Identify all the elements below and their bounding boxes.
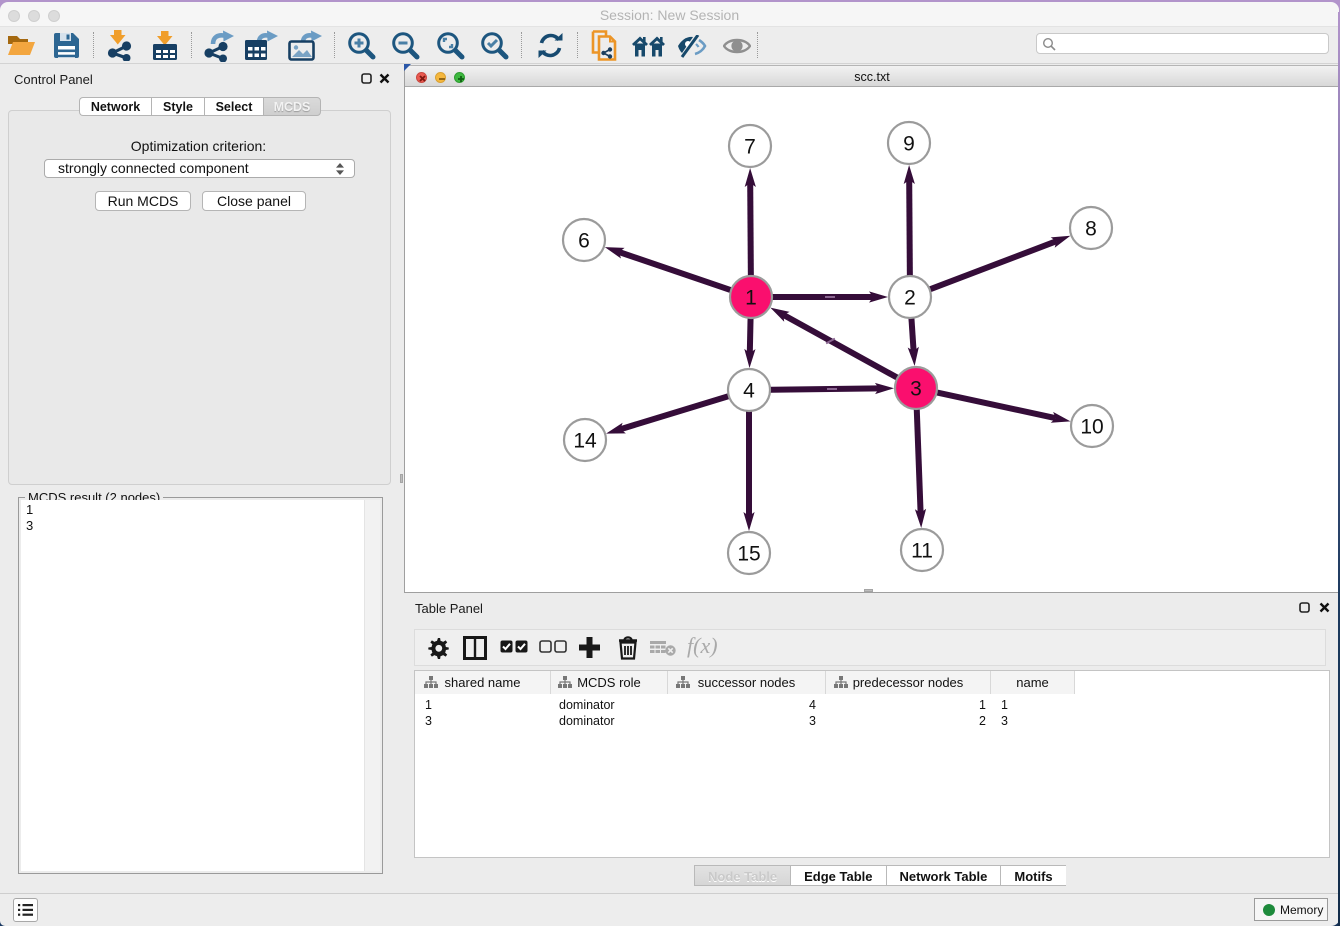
svg-text:15: 15 [737,543,760,566]
svg-text:7: 7 [744,136,756,159]
svg-text:3: 3 [910,378,922,401]
svg-text:10: 10 [1080,416,1103,439]
svg-text:8: 8 [1085,218,1097,241]
svg-text:11: 11 [911,540,933,563]
svg-text:6: 6 [578,230,590,253]
svg-text:14: 14 [573,430,597,453]
svg-text:4: 4 [743,380,755,403]
svg-text:2: 2 [904,287,916,310]
svg-text:9: 9 [903,133,915,156]
svg-text:1: 1 [745,287,757,310]
